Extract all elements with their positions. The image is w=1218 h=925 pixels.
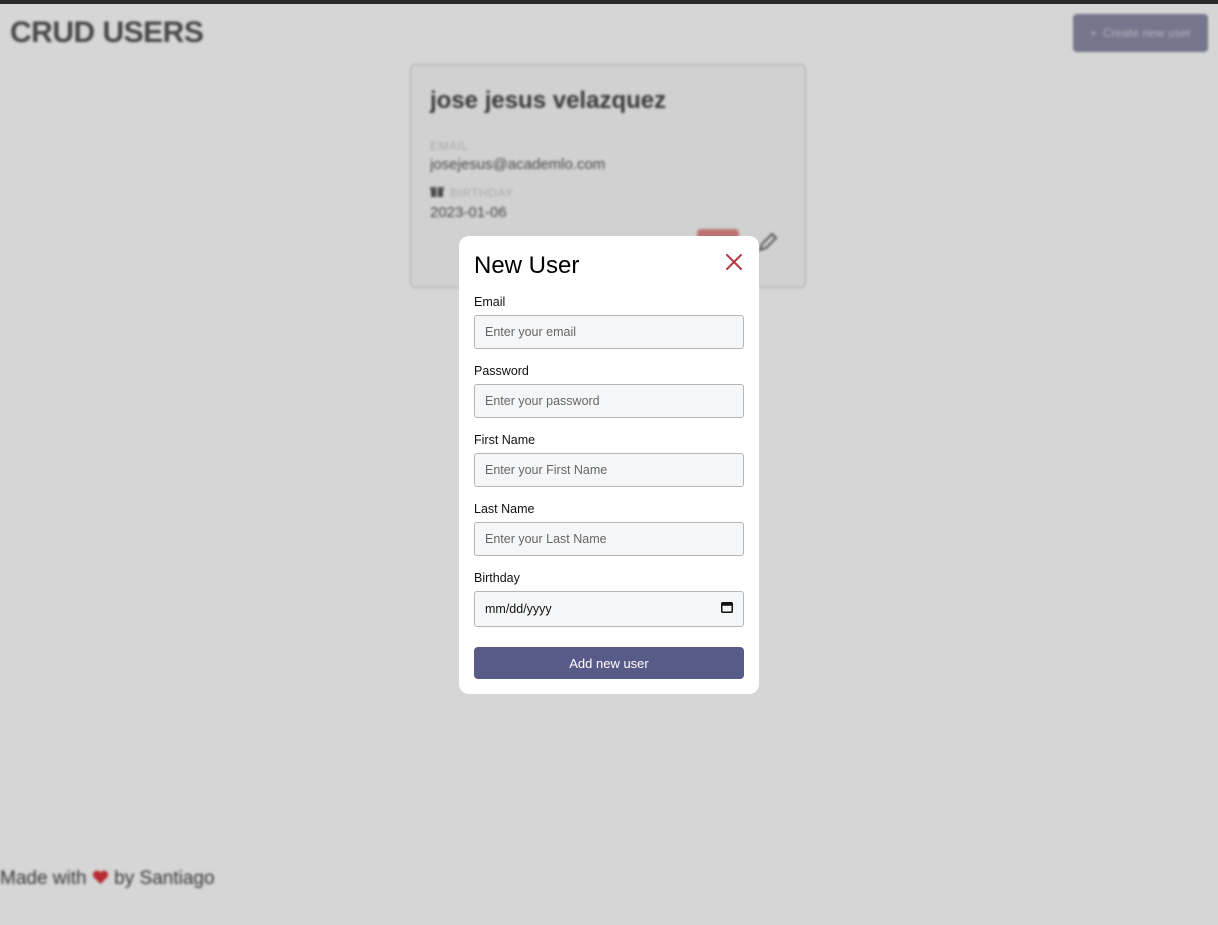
close-button[interactable] — [723, 251, 745, 273]
email-field[interactable] — [474, 315, 744, 349]
birthday-date-placeholder: mm/dd/yyyy — [485, 602, 552, 616]
close-icon — [726, 254, 742, 270]
password-field[interactable] — [474, 384, 744, 418]
birthday-date-field[interactable]: mm/dd/yyyy — [474, 591, 744, 627]
last-name-field[interactable] — [474, 522, 744, 556]
add-new-user-button[interactable]: Add new user — [474, 647, 744, 679]
password-field-label: Password — [474, 364, 529, 378]
email-field-label: Email — [474, 295, 506, 309]
last-name-field-label: Last Name — [474, 502, 535, 516]
new-user-modal: New User Email Password First Name Last … — [459, 236, 759, 694]
first-name-field-label: First Name — [474, 433, 536, 447]
calendar-icon[interactable] — [721, 600, 733, 618]
first-name-field[interactable] — [474, 453, 744, 487]
birthday-field-label: Birthday — [474, 571, 520, 585]
modal-title: New User — [474, 252, 580, 279]
